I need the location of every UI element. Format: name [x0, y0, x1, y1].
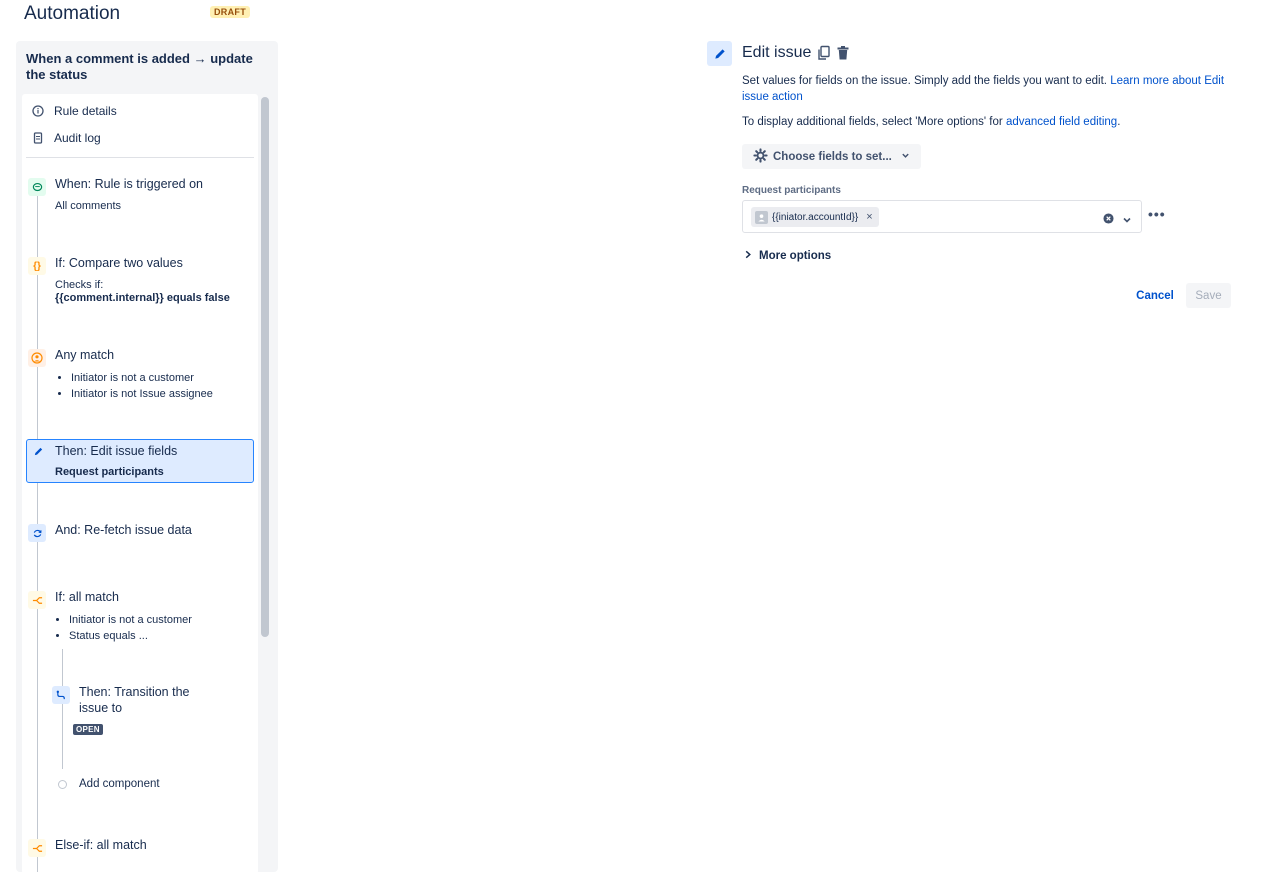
rule-component-list: Rule details Audit log When: Rule is tri… — [22, 94, 258, 872]
request-participants-label: Request participants — [742, 185, 841, 196]
scrollbar[interactable] — [260, 94, 270, 872]
trigger-sub: All comments — [55, 200, 122, 212]
status-badge: OPEN — [73, 724, 103, 735]
chevron-right-icon — [744, 250, 752, 262]
transition-icon — [52, 686, 70, 704]
any-match-title: Any match — [55, 348, 115, 362]
draft-badge: DRAFT — [210, 6, 250, 18]
else-if-title: Else-if: all match — [55, 838, 147, 852]
refetch-step[interactable]: And: Re-fetch issue data — [26, 522, 254, 544]
copy-icon[interactable] — [817, 45, 831, 66]
additional-suffix: . — [1117, 116, 1121, 128]
rule-details-label: Rule details — [54, 104, 117, 118]
trigger-title: When: Rule is triggered on — [55, 177, 203, 191]
chip-label: {{iniator.accountId}} — [772, 211, 859, 223]
choose-fields-label: Choose fields to set... — [773, 150, 892, 163]
any-match-conditions: Initiator is not a customer Initiator is… — [55, 370, 213, 402]
clear-icon[interactable] — [1103, 211, 1114, 224]
edit-step-sub: Request participants — [55, 466, 164, 478]
more-options-label: More options — [759, 250, 832, 262]
save-button[interactable]: Save — [1186, 283, 1231, 308]
all-match-conditions: Initiator is not a customer Status equal… — [53, 612, 192, 644]
title-actions — [817, 45, 850, 66]
trash-icon[interactable] — [836, 45, 850, 66]
compare-title: If: Compare two values — [55, 256, 183, 270]
list-item: Initiator is not a customer — [71, 370, 213, 386]
edit-step-title: Then: Edit issue fields — [55, 444, 178, 458]
transition-title-1: Then: Transition the — [79, 685, 190, 699]
more-options-toggle[interactable]: More options — [744, 250, 831, 262]
refetch-title: And: Re-fetch issue data — [55, 523, 192, 537]
rule-details-item[interactable]: Rule details — [32, 104, 117, 118]
edit-icon — [707, 41, 732, 66]
advanced-field-editing-link[interactable]: advanced field editing — [1006, 116, 1117, 128]
braces-icon: {} — [28, 257, 46, 275]
editor-title: Edit issue — [742, 44, 812, 61]
any-match-step[interactable]: Any match Initiator is not a customer In… — [26, 347, 254, 402]
remove-chip-icon[interactable]: × — [866, 211, 872, 223]
else-if-step[interactable]: Else-if: all match — [26, 837, 254, 867]
chevron-down-icon[interactable] — [1122, 212, 1132, 223]
list-item: Initiator is not Issue assignee — [71, 386, 213, 402]
transition-title-2: issue to — [79, 701, 123, 715]
description-text: Set values for fields on the issue. Simp… — [742, 75, 1108, 87]
audit-log-item[interactable]: Audit log — [32, 131, 101, 145]
choose-fields-button[interactable]: Choose fields to set... — [742, 144, 921, 169]
audit-log-label: Audit log — [54, 131, 101, 145]
cancel-button[interactable]: Cancel — [1129, 283, 1181, 308]
edit-issue-step[interactable]: Then: Edit issue fields Request particip… — [26, 439, 254, 483]
all-match-title: If: all match — [55, 590, 119, 604]
trigger-step[interactable]: When: Rule is triggered on All comments — [26, 176, 254, 216]
additional-prefix: To display additional fields, select 'Mo… — [742, 116, 1003, 128]
add-component-dot — [58, 780, 67, 789]
info-icon — [32, 105, 44, 117]
request-participants-select[interactable]: {{iniator.accountId}} × — [742, 200, 1142, 233]
add-component-button[interactable]: Add component — [79, 778, 160, 790]
more-actions-icon[interactable]: ••• — [1148, 206, 1166, 222]
rule-panel: When a comment is added → update the sta… — [16, 41, 278, 872]
branch-icon — [28, 839, 46, 857]
pencil-icon — [29, 442, 47, 460]
page-title: Automation — [24, 3, 121, 24]
all-match-step[interactable]: If: all match Initiator is not a custome… — [26, 589, 254, 642]
compare-step[interactable]: {} If: Compare two values Checks if: {{c… — [26, 255, 254, 305]
list-item: Initiator is not a customer — [69, 612, 192, 628]
comment-icon — [28, 178, 46, 196]
list-item: Status equals ... — [69, 628, 192, 644]
avatar — [755, 210, 768, 224]
editor-description: Set values for fields on the issue. Simp… — [742, 73, 1237, 105]
person-icon — [28, 349, 46, 367]
additional-fields-text: To display additional fields, select 'Mo… — [742, 116, 1120, 128]
scrollbar-thumb[interactable] — [261, 97, 269, 637]
compare-condition: {{comment.internal}} equals false — [55, 292, 230, 304]
divider — [26, 157, 254, 158]
rule-name[interactable]: When a comment is added → update the sta… — [26, 51, 266, 83]
participant-chip: {{iniator.accountId}} × — [751, 207, 879, 227]
status-lozenge: OPEN — [73, 719, 103, 737]
document-icon — [32, 132, 44, 144]
compare-sub: Checks if: — [55, 279, 104, 291]
gear-icon — [753, 147, 768, 166]
refresh-icon — [28, 524, 46, 542]
transition-step[interactable]: Then: Transition the issue to OPEN — [50, 684, 250, 737]
chevron-down-icon — [901, 151, 910, 163]
branch-icon — [28, 591, 46, 609]
